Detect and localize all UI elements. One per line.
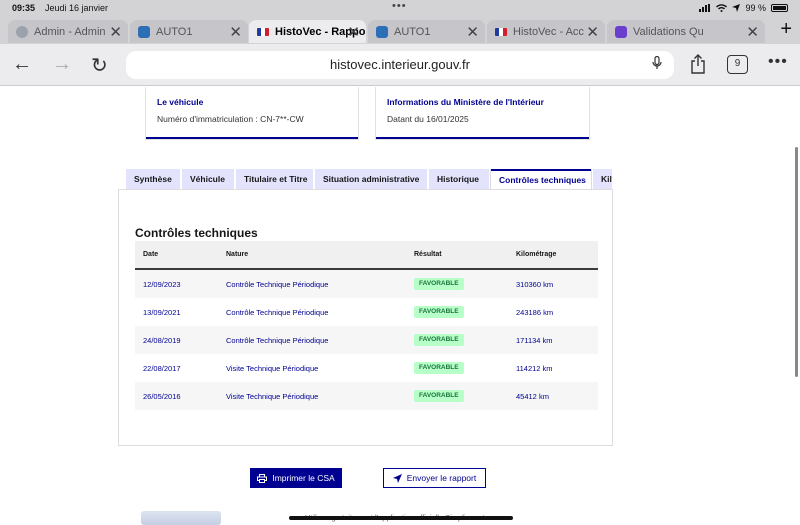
flag-fr-icon	[495, 27, 507, 36]
row-nature: Contrôle Technique Périodique	[226, 280, 329, 289]
close-tab-icon[interactable]: ✕	[109, 23, 122, 41]
browser-tab-auto1[interactable]: AUTO1 ✕	[130, 20, 248, 43]
table-row: 24/08/2019 Contrôle Technique Périodique…	[135, 326, 598, 354]
forward-icon[interactable]: →	[52, 53, 72, 76]
reload-icon[interactable]: ↻	[91, 53, 108, 78]
list-icon	[615, 25, 627, 38]
new-tab-icon[interactable]: +	[780, 18, 792, 41]
row-date: 24/08/2019	[143, 336, 181, 345]
ministry-card: Informations du Ministère de l'Intérieur…	[376, 87, 589, 139]
table-row: 13/09/2021 Contrôle Technique Périodique…	[135, 298, 598, 326]
row-km: 114212 km	[516, 364, 553, 373]
browser-tab-histovec-rapport[interactable]: HistoVec - Rapport ✕	[249, 20, 366, 43]
close-tab-icon[interactable]: ✕	[466, 23, 479, 41]
row-date: 13/09/2021	[143, 308, 181, 317]
page-content: Le véhicule Numéro d'immatriculation : C…	[0, 87, 800, 525]
microphone-icon[interactable]	[652, 56, 662, 70]
data-date: Datant du 16/01/2025	[387, 114, 469, 124]
address-bar[interactable]: histovec.interieur.gouv.fr	[126, 51, 674, 79]
status-time: 09:35	[12, 3, 36, 13]
auto1-icon	[138, 25, 150, 38]
result-badge: FAVORABLE	[414, 278, 464, 290]
browser-tab-validations[interactable]: Validations Qu ✕	[607, 20, 765, 43]
browser-tab-histovec-acc[interactable]: HistoVec - Acc ✕	[487, 20, 605, 43]
multitask-dots-icon[interactable]: •••	[392, 0, 407, 12]
table-row: 22/08/2017 Visite Technique Périodique F…	[135, 354, 598, 382]
result-badge: FAVORABLE	[414, 334, 464, 346]
flag-fr-icon	[257, 27, 269, 36]
signal-icon	[699, 4, 711, 12]
tab-count-button[interactable]: 9	[727, 55, 748, 74]
close-tab-icon[interactable]: ✕	[229, 23, 242, 41]
share-icon[interactable]	[690, 54, 706, 74]
vehicle-card: Le véhicule Numéro d'immatriculation : C…	[146, 87, 358, 139]
close-tab-icon[interactable]: ✕	[746, 23, 759, 41]
section-title: Contrôles techniques	[135, 226, 258, 240]
status-date: Jeudi 16 janvier	[45, 3, 109, 13]
row-nature: Contrôle Technique Périodique	[226, 336, 329, 345]
send-report-label: Envoyer le rapport	[406, 473, 477, 483]
printer-icon	[257, 473, 268, 483]
status-bar: 09:35 Jeudi 16 janvier ••• 99 %	[0, 0, 800, 17]
row-km: 171134 km	[516, 336, 553, 345]
browser-toolbar: ← → ↻ histovec.interieur.gouv.fr 9 •••	[0, 44, 800, 86]
tab-kilometrage[interactable]: Kilométrage	[593, 169, 612, 189]
battery-percent: 99 %	[745, 3, 766, 13]
row-date: 22/08/2017	[143, 364, 181, 373]
close-tab-icon[interactable]: ✕	[347, 23, 360, 41]
back-icon[interactable]: ←	[12, 53, 32, 76]
row-km: 45412 km	[516, 392, 549, 401]
row-km: 243186 km	[516, 308, 554, 317]
tab-historique[interactable]: Historique	[429, 169, 489, 189]
wifi-icon	[716, 4, 728, 12]
tab-titulaire[interactable]: Titulaire et Titre	[236, 169, 313, 189]
close-tab-icon[interactable]: ✕	[586, 23, 599, 41]
registration-number: Numéro d'immatriculation : CN-7**-CW	[157, 114, 304, 124]
row-nature: Visite Technique Périodique	[226, 364, 319, 373]
tab-situation-administrative[interactable]: Situation administrative	[315, 169, 427, 189]
auto1-icon	[376, 25, 388, 38]
controles-panel: Contrôles techniques Date Nature Résulta…	[118, 189, 613, 446]
tab-vehicule[interactable]: Véhicule	[182, 169, 234, 189]
page-scrollbar[interactable]	[795, 147, 798, 377]
controles-table: Date Nature Résultat Kilométrage 12/09/2…	[135, 241, 598, 410]
send-icon	[392, 473, 402, 483]
result-badge: FAVORABLE	[414, 390, 464, 402]
send-report-button[interactable]: Envoyer le rapport	[383, 468, 486, 488]
more-options-icon[interactable]: •••	[768, 53, 788, 71]
row-date: 12/09/2023	[143, 280, 181, 289]
result-badge: FAVORABLE	[414, 306, 464, 318]
row-nature: Contrôle Technique Périodique	[226, 308, 329, 317]
status-right: 99 %	[699, 3, 788, 13]
col-nature: Nature	[226, 251, 249, 258]
tab-synthese[interactable]: Synthèse	[126, 169, 180, 189]
tab-controles-techniques[interactable]: Contrôles techniques	[491, 169, 591, 189]
print-csa-label: Imprimer le CSA	[272, 473, 335, 483]
col-resultat: Résultat	[414, 251, 442, 258]
browser-tab-auto1-2[interactable]: AUTO1 ✕	[368, 20, 485, 43]
browser-tab-admin[interactable]: Admin - Admin ✕	[8, 20, 128, 43]
table-row: 12/09/2023 Contrôle Technique Périodique…	[135, 270, 598, 298]
row-km: 310360 km	[516, 280, 554, 289]
url-text: histovec.interieur.gouv.fr	[330, 57, 470, 72]
col-date: Date	[143, 251, 159, 258]
print-csa-button[interactable]: Imprimer le CSA	[250, 468, 342, 488]
globe-icon	[16, 25, 28, 38]
col-kilometrage: Kilométrage	[516, 251, 557, 258]
row-nature: Visite Technique Périodique	[226, 392, 319, 401]
home-indicator[interactable]	[289, 516, 513, 520]
vehicle-card-heading: Le véhicule	[157, 97, 204, 107]
ministry-card-heading: Informations du Ministère de l'Intérieur	[387, 97, 544, 107]
table-header: Date Nature Résultat Kilométrage	[135, 241, 598, 270]
battery-icon	[771, 4, 788, 12]
location-icon	[732, 4, 741, 12]
row-date: 26/05/2016	[143, 392, 181, 401]
app-promo-image	[141, 511, 221, 525]
table-row: 26/05/2016 Visite Technique Périodique F…	[135, 382, 598, 410]
result-badge: FAVORABLE	[414, 362, 464, 374]
browser-tab-bar: Admin - Admin ✕ AUTO1 ✕ HistoVec - Rappo…	[0, 17, 800, 44]
report-tabs: Synthèse Véhicule Titulaire et Titre Sit…	[126, 169, 612, 189]
